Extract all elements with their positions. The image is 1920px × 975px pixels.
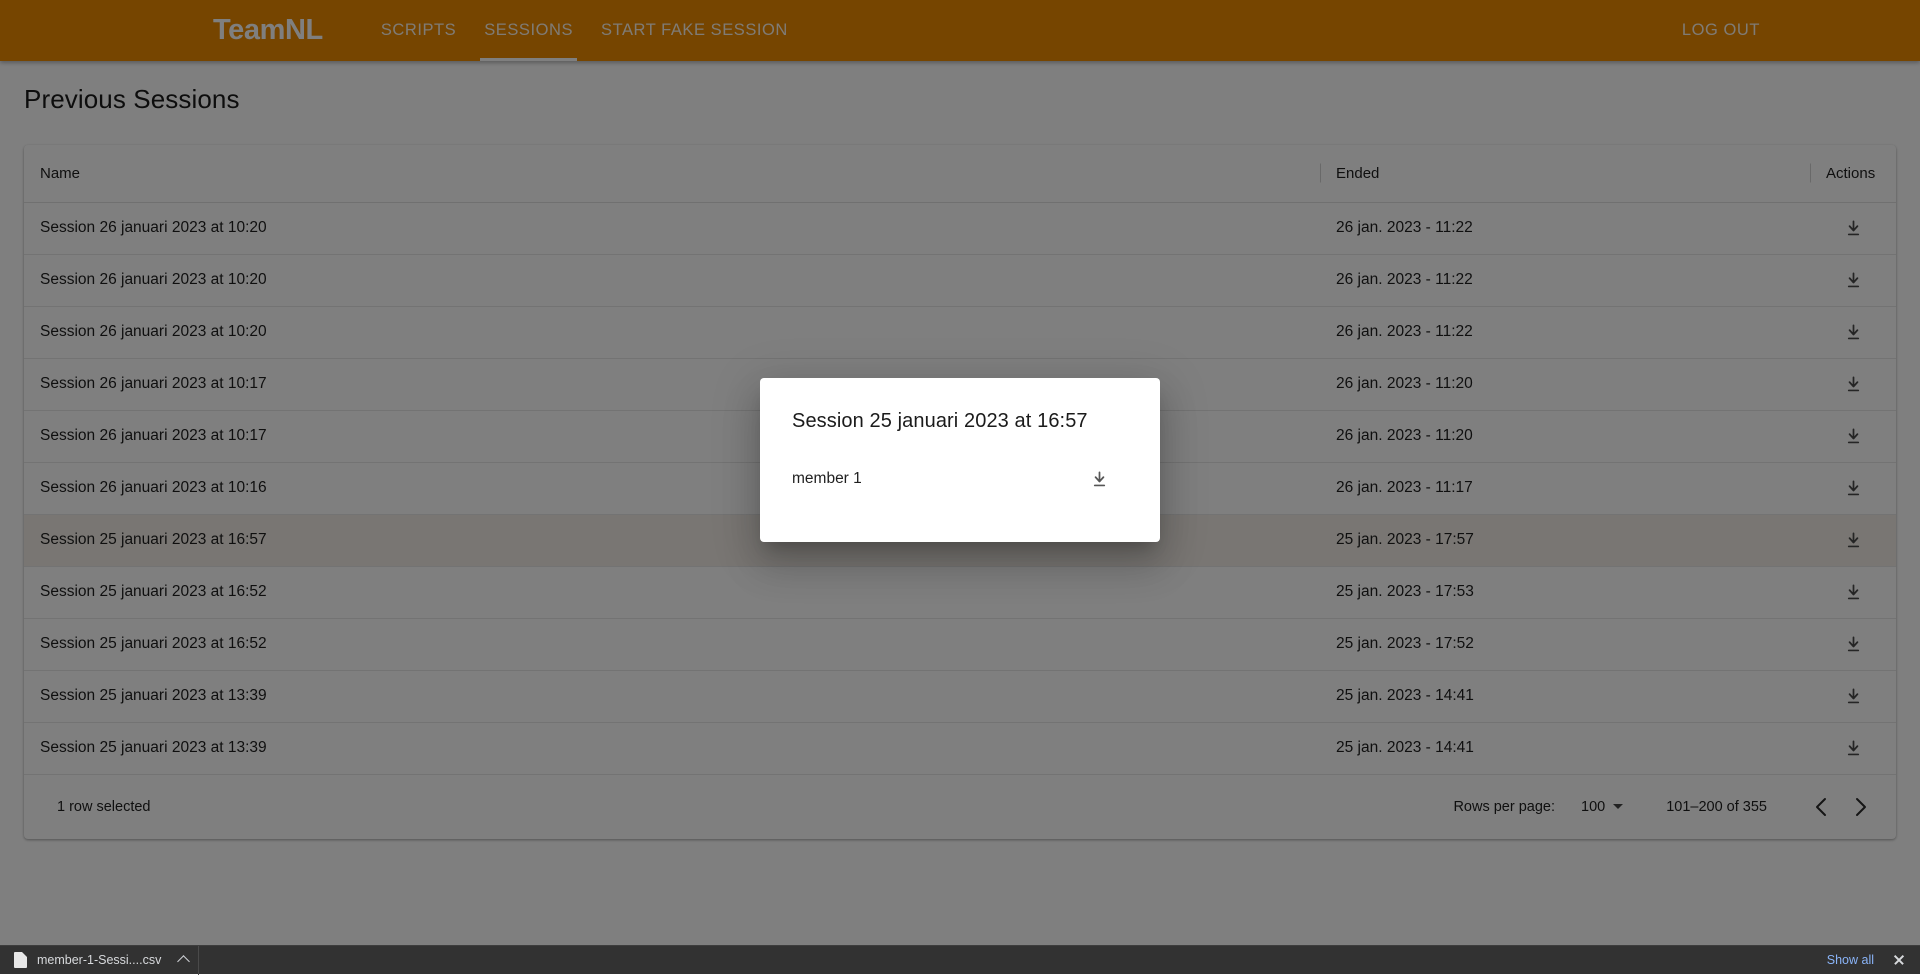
download-file-name: member-1-Sessi....csv — [37, 953, 161, 967]
dialog-title: Session 25 januari 2023 at 16:57 — [792, 378, 1128, 433]
download-item[interactable]: member-1-Sessi....csv — [0, 946, 199, 975]
download-shelf-actions: Show all — [1817, 949, 1920, 971]
dialog-download-button[interactable] — [1079, 459, 1119, 499]
file-icon — [14, 952, 27, 968]
chevron-up-icon[interactable] — [177, 955, 190, 968]
dialog-member-row: member 1 — [792, 459, 1128, 499]
show-all-downloads-button[interactable]: Show all — [1817, 949, 1884, 971]
download-icon — [1090, 470, 1109, 489]
download-shelf: member-1-Sessi....csv Show all — [0, 945, 1920, 974]
dialog-member-label: member 1 — [792, 470, 862, 488]
close-icon[interactable] — [1888, 949, 1910, 971]
session-detail-dialog: Session 25 januari 2023 at 16:57 member … — [760, 378, 1160, 542]
